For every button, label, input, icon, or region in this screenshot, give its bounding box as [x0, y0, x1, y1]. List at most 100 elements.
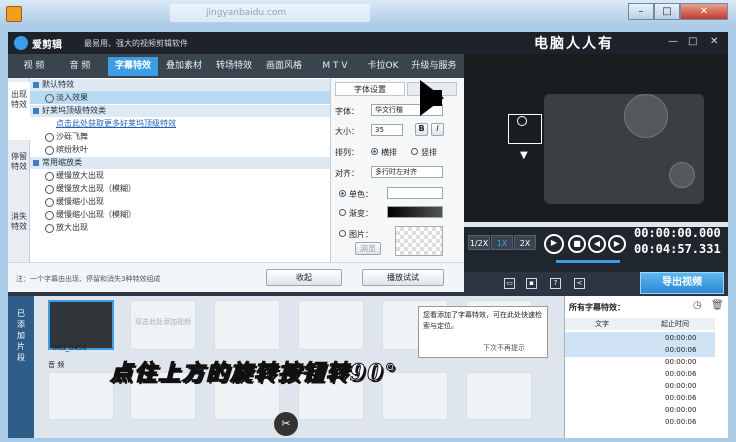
effect-item[interactable]: 缤纷秋叶: [30, 143, 330, 156]
browser-chrome: jingyanbaidu.com – □ ✕: [0, 0, 736, 28]
folder-icon[interactable]: ▭: [504, 278, 515, 289]
effect-item[interactable]: 缓慢缩小出现（模糊）: [30, 208, 330, 221]
placeholder-text: 双击此处添加视频: [135, 318, 191, 326]
dont-show-again[interactable]: 下次不再提示: [483, 343, 525, 354]
minimize-button[interactable]: –: [628, 3, 654, 20]
effect-item[interactable]: 缓慢放大出现: [30, 169, 330, 182]
align-select[interactable]: 多行时左对齐: [371, 166, 443, 178]
clip-thumbnail[interactable]: [48, 300, 114, 350]
tab-subtitle-effects[interactable]: 字幕特效: [108, 57, 158, 76]
rotate-handle[interactable]: [517, 116, 527, 126]
image-radio[interactable]: [339, 230, 346, 237]
tab-overlay[interactable]: 叠加素材: [160, 57, 208, 76]
vtab-appear[interactable]: 出现特效: [8, 82, 30, 140]
tab-mtv[interactable]: M T V: [310, 57, 360, 76]
gradient-radio[interactable]: [339, 209, 346, 216]
tab-upgrade[interactable]: 升级与服务: [406, 57, 462, 76]
export-video-button[interactable]: 导出视频: [640, 272, 724, 294]
tab-font-settings[interactable]: 字体设置: [335, 82, 405, 96]
vtab-stay[interactable]: 停留特效: [8, 144, 30, 200]
stop-icon[interactable]: ■: [568, 235, 586, 253]
panel-footer: 注：一个字幕由出现、停留和消失3种特效组成 收起 播放试试: [8, 262, 464, 292]
subtitle-list-title: 所有字幕特效：: [569, 303, 625, 312]
delete-icon[interactable]: 🗑: [711, 300, 724, 311]
size-input[interactable]: 35: [371, 124, 403, 136]
single-color-picker[interactable]: [387, 187, 443, 199]
added-clips-label: 已添加片段: [17, 309, 25, 362]
total-time: 00:04:57.331: [634, 242, 721, 256]
vtab-disappear[interactable]: 消失特效: [8, 204, 30, 260]
more-effects-link[interactable]: 点击此处获取更多好莱坞顶级特效: [30, 117, 330, 130]
prev-frame-icon[interactable]: ◀: [588, 235, 606, 253]
tab-karaoke[interactable]: 卡拉OK: [362, 57, 404, 76]
effect-item[interactable]: 沙砾飞舞: [30, 130, 330, 143]
browse-button[interactable]: 浏览: [355, 242, 381, 255]
vtab-disappear-label: 消失特效: [11, 212, 27, 231]
camera-dial: [624, 94, 668, 138]
effect-item[interactable]: 缓慢缩小出现: [30, 195, 330, 208]
clip-slot[interactable]: [214, 300, 280, 350]
add-video-placeholder[interactable]: 双击此处添加视频: [130, 300, 196, 350]
single-color-radio[interactable]: [339, 190, 346, 197]
maximize-button[interactable]: □: [654, 3, 680, 20]
clock-icon[interactable]: ◷: [693, 300, 702, 311]
tab-transition[interactable]: 转场特效: [210, 57, 258, 76]
next-frame-icon[interactable]: ▶: [608, 235, 626, 253]
watermark: 电脑人人有: [534, 36, 614, 52]
video-preview[interactable]: ▼: [464, 54, 728, 222]
gradient-picker[interactable]: [387, 206, 443, 218]
speed-2x[interactable]: 2X: [514, 235, 536, 250]
app-minimize-icon[interactable]: —: [668, 36, 678, 47]
tab-audio[interactable]: 音 频: [58, 57, 102, 76]
subtitle-marker: ▼: [520, 150, 528, 161]
col-time: 起止时间: [661, 320, 689, 328]
effect-item[interactable]: 淡入效果: [30, 91, 330, 104]
effect-item[interactable]: 放大出现: [30, 221, 330, 234]
effect-category[interactable]: 好莱坞顶级特效类: [30, 105, 330, 117]
collapse-button[interactable]: 收起: [266, 269, 342, 286]
audio-slot[interactable]: [466, 372, 532, 420]
pointer-arrow-tail: [420, 90, 442, 106]
tab-video[interactable]: 视 频: [12, 57, 56, 76]
app-close-icon[interactable]: ✕: [710, 36, 718, 47]
effect-category[interactable]: 默认特效: [30, 79, 330, 91]
address-bar[interactable]: jingyanbaidu.com: [170, 4, 370, 22]
arrange-horizontal-radio[interactable]: [371, 148, 378, 155]
effects-list: 默认特效 淡入效果 好莱坞顶级特效类 点击此处获取更多好莱坞顶级特效 沙砾飞舞 缤纷秋叶常…: [30, 78, 330, 262]
vtab-stay-label: 停留特效: [11, 152, 27, 171]
speed-1x[interactable]: 1X: [491, 235, 513, 250]
bold-button[interactable]: B: [415, 123, 428, 136]
size-label: 大小：: [335, 127, 359, 136]
subtitle-list-header: 文字 起止时间: [565, 318, 715, 330]
speed-half[interactable]: 1/2X: [468, 235, 490, 250]
play-test-button[interactable]: 播放试试: [362, 269, 444, 286]
save-icon[interactable]: ▪: [526, 278, 537, 289]
help-icon[interactable]: ?: [550, 278, 561, 289]
font-label: 字体：: [335, 107, 359, 116]
gradient-label: 渐变：: [349, 209, 373, 218]
tip-text: 您看添加了字幕特效，可在此处快速检索与定位。: [423, 311, 542, 330]
arrange-vertical-label: 竖排: [421, 148, 437, 157]
effect-category[interactable]: 常用缩放类: [30, 157, 330, 169]
vtab-appear-label: 出现特效: [11, 90, 27, 109]
share-icon[interactable]: <: [574, 278, 585, 289]
volume-slider[interactable]: [556, 260, 620, 263]
italic-button[interactable]: I: [431, 123, 444, 136]
audio-track-label: 音 频: [48, 361, 65, 369]
play-icon[interactable]: ▶: [544, 234, 564, 254]
tab-style[interactable]: 画面风格: [260, 57, 308, 76]
effect-item[interactable]: 缓慢放大出现（模糊）: [30, 182, 330, 195]
effects-panel: 出现特效 停留特效 消失特效 默认特效 淡入效果 好莱坞顶级特效类 点击此处获取更多好…: [8, 78, 464, 292]
audio-slot[interactable]: [48, 372, 114, 420]
subtitle-time: 00:00:06: [665, 418, 697, 426]
align-label: 对齐：: [335, 169, 359, 178]
slogan: 最易用、强大的视频剪辑软件: [84, 39, 188, 48]
logo-icon: [14, 36, 28, 50]
subtitle-row[interactable]: 00:00:06: [565, 416, 715, 429]
close-button[interactable]: ✕: [680, 3, 728, 20]
scissors-icon[interactable]: ✂: [274, 412, 298, 436]
clip-slot[interactable]: [298, 300, 364, 350]
arrange-vertical-radio[interactable]: [411, 148, 418, 155]
app-maximize-icon[interactable]: □: [688, 36, 697, 47]
main-tabs: 视 频 音 频 字幕特效 叠加素材 转场特效 画面风格 M T V 卡拉OK 升…: [8, 54, 464, 78]
